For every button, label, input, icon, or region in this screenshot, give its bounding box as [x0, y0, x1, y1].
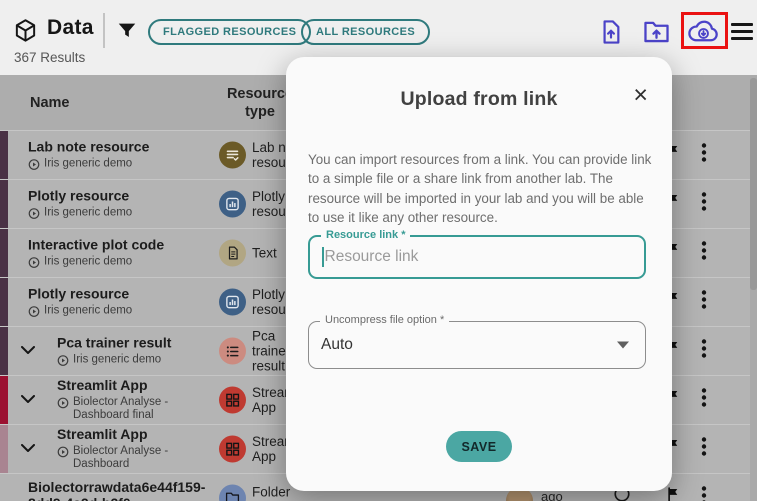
kebab-menu-icon[interactable] [701, 192, 707, 217]
dashboard-icon [219, 386, 246, 414]
screen: Name Resource type Lab note resource Iri… [0, 0, 757, 501]
resource-origin: Iris generic demo [44, 255, 133, 268]
list-icon [219, 337, 246, 365]
scrollbar-track[interactable] [750, 75, 757, 501]
save-button[interactable]: SAVE [446, 431, 512, 462]
row-status-bar [0, 327, 8, 375]
chevron-down-icon[interactable] [21, 391, 35, 409]
plotly-icon [219, 288, 246, 316]
scrollbar-thumb[interactable] [750, 78, 757, 290]
resource-name: Lab note resource [28, 138, 150, 155]
resource-origin: Biolector Analyse - Dashboard [73, 444, 169, 470]
dashboard-icon [219, 435, 246, 463]
resource-origin: Iris generic demo [44, 304, 133, 317]
dropdown-arrow-icon [617, 341, 629, 349]
divider [103, 13, 105, 48]
kebab-menu-icon[interactable] [701, 486, 707, 501]
resource-name: Streamlit App [57, 425, 148, 442]
row-status-bar [0, 425, 8, 473]
text-cursor [322, 247, 324, 267]
resource-name: Plotly resource [28, 285, 130, 302]
origin-icon [57, 397, 69, 408]
uncompress-option-value: Auto [321, 336, 353, 353]
filter-icon[interactable] [116, 20, 138, 47]
results-count: 367 Results [14, 50, 86, 65]
resource-name: Pca trainer result [57, 334, 172, 351]
folder-upload-icon[interactable] [644, 20, 669, 48]
resource-link-field[interactable]: Resource link * Resource link [308, 229, 646, 279]
close-icon[interactable]: × [633, 83, 648, 108]
file-upload-icon[interactable] [600, 20, 622, 49]
folder-icon [219, 484, 246, 501]
upload-from-link-dialog: Upload from link × You can import resour… [286, 57, 672, 491]
origin-icon [28, 305, 40, 317]
resource-name: Streamlit App [57, 376, 148, 393]
resource-link-placeholder: Resource link [324, 248, 419, 265]
resource-origin: Iris generic demo [44, 157, 133, 170]
resource-origin: Biolector Analyse - Dashboard final [73, 395, 169, 421]
all-resources-chip[interactable]: ALL RESOURCES [301, 19, 431, 45]
origin-icon [28, 256, 40, 268]
kebab-menu-icon[interactable] [701, 241, 707, 266]
row-status-bar [0, 229, 8, 277]
origin-icon [28, 207, 40, 219]
highlight-box [681, 12, 728, 49]
kebab-menu-icon[interactable] [701, 388, 707, 413]
kebab-menu-icon[interactable] [701, 290, 707, 315]
resource-type-label: Pca trainer result [252, 328, 291, 374]
menu-icon[interactable] [731, 23, 753, 40]
resource-type-label: Folder [252, 484, 291, 500]
kebab-menu-icon[interactable] [701, 143, 707, 168]
resource-name: Biolectorrawdata6e44f159-8dd9-4a2d-b2f0- [28, 479, 206, 501]
resource-origin: Iris generic demo [44, 206, 133, 219]
resource-type-label: Text [252, 245, 277, 261]
flag-icon[interactable] [666, 487, 681, 501]
package-logo-icon [13, 18, 38, 48]
row-status-bar [0, 376, 8, 424]
resource-name: Interactive plot code [28, 236, 165, 253]
row-status-bar [0, 180, 8, 228]
dialog-description: You can import resources from a link. Yo… [308, 152, 652, 225]
origin-icon [57, 446, 69, 457]
flagged-resources-chip[interactable]: FLAGGED RESOURCES [148, 19, 312, 45]
chevron-down-icon[interactable] [21, 342, 35, 360]
origin-icon [28, 158, 40, 170]
resource-name: Plotly resource [28, 187, 130, 204]
origin-icon [57, 354, 69, 366]
kebab-menu-icon[interactable] [701, 437, 707, 462]
plotly-icon [219, 190, 246, 218]
kebab-menu-icon[interactable] [701, 339, 707, 364]
lab-note-icon [219, 141, 246, 169]
chevron-down-icon[interactable] [21, 440, 35, 458]
resource-origin: Iris generic demo [73, 353, 162, 366]
row-status-bar [0, 278, 8, 326]
row-status-bar [0, 131, 8, 179]
page-title: Data [47, 16, 94, 39]
text-file-icon [219, 239, 246, 267]
dialog-title: Upload from link [400, 88, 558, 110]
uncompress-option-select[interactable]: Uncompress file option * Auto [308, 314, 646, 369]
column-header-name: Name [30, 94, 70, 111]
